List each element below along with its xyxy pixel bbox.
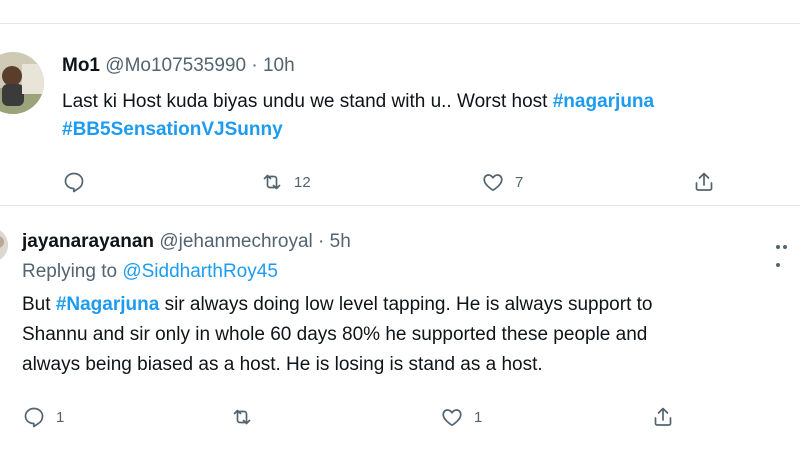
reply-count: 1 [56,408,65,426]
tweet[interactable]: Mo1 @Mo107535990 · 10h Last ki Host kuda… [0,24,800,205]
like-icon [483,174,503,192]
avatar-image [0,228,8,262]
tweet-text-part: Shannu and sir only in whole 60 days 80%… [22,324,648,345]
tweet[interactable]: jayanarayanan @jehanmechroyal · 5h Reply… [0,206,800,457]
avatar[interactable] [0,52,44,114]
avatar[interactable] [0,228,8,262]
display-name[interactable]: Mo1 [62,55,100,76]
more-options-button[interactable] [776,236,796,267]
tweet-text-part: sir always doing low level tapping. He i… [159,294,653,315]
reply-icon [64,172,84,193]
like-button[interactable]: 1 [440,402,482,432]
replying-label: Replying to [22,261,123,282]
user-handle[interactable]: @Mo107535990 [105,55,246,76]
reply-icon [24,407,44,428]
tweet-text-part: always being biased as a host. He is los… [22,354,543,375]
hashtag-link[interactable]: #nagarjuna [553,91,654,112]
retweet-icon [233,409,251,425]
share-icon [695,172,713,191]
retweet-count: 12 [294,173,311,191]
like-icon [442,409,462,427]
like-button[interactable]: 7 [481,167,523,197]
tweet-actions: 12 7 [0,167,800,197]
share-icon [654,407,672,426]
retweet-icon [263,174,281,190]
replying-to: Replying to @SiddharthRoy45 [22,258,800,286]
separator-dot: · [318,231,325,252]
tweet-actions: 1 1 [0,402,800,432]
reply-button[interactable] [62,167,96,197]
retweet-button[interactable] [230,402,264,432]
avatar-image [0,52,44,114]
like-count: 1 [474,408,483,426]
tweet-text-part: But [22,294,56,315]
hashtag-link[interactable]: #BB5SensationVJSunny [62,119,283,140]
timestamp[interactable]: 5h [330,231,351,252]
retweet-button[interactable]: 12 [260,167,311,197]
share-button[interactable] [692,167,716,197]
tweet-header: Mo1 @Mo107535990 · 10h [62,54,295,78]
user-handle[interactable]: @jehanmechroyal [159,231,312,252]
timestamp[interactable]: 10h [263,55,295,76]
tweet-text: But #Nagarjuna sir always doing low leve… [22,290,800,380]
reply-button[interactable]: 1 [22,402,64,432]
separator-dot: · [251,55,258,76]
tweet-header: jayanarayanan @jehanmechroyal · 5h [22,230,351,254]
display-name[interactable]: jayanarayanan [22,231,154,252]
tweet-text: Last ki Host kuda biyas undu we stand wi… [62,88,800,144]
hashtag-link[interactable]: #Nagarjuna [56,294,159,315]
more-icon [776,245,780,249]
mention-link[interactable]: @SiddharthRoy45 [122,261,278,282]
tweet-text-part: Last ki Host kuda biyas undu we stand wi… [62,91,553,112]
like-count: 7 [515,173,524,191]
share-button[interactable] [651,402,675,432]
